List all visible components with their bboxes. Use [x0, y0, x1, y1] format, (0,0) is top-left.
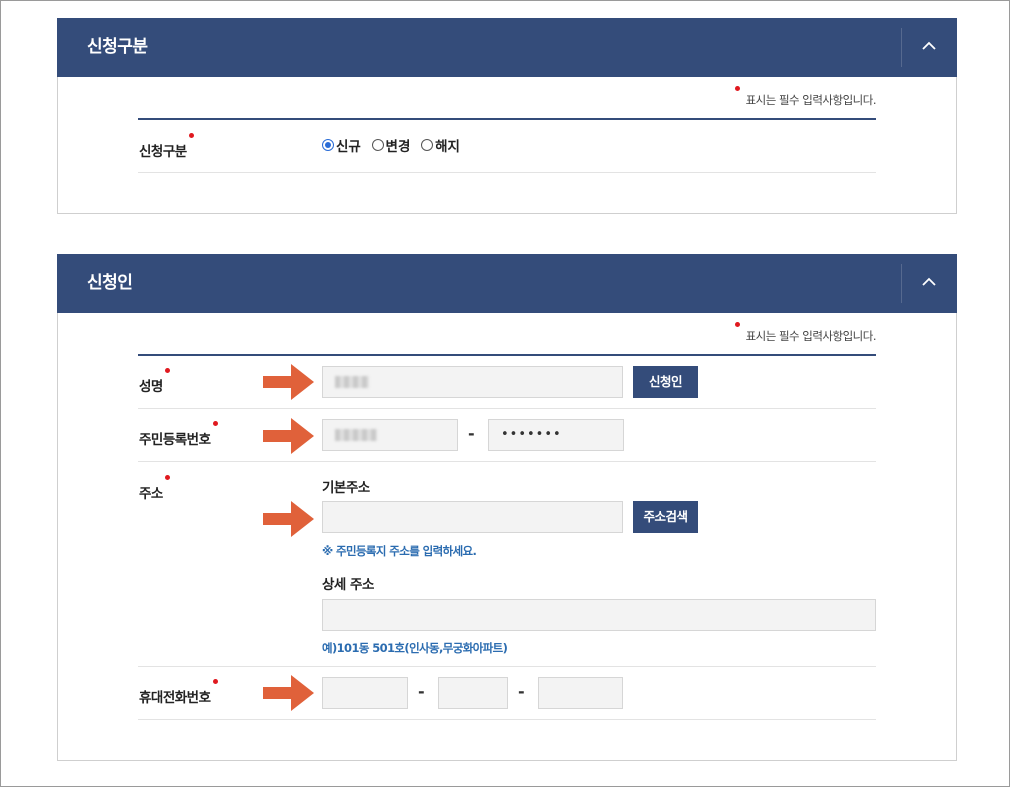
masked-name: [335, 375, 369, 388]
required-dot: [212, 679, 218, 684]
rrn-dash: -: [468, 424, 475, 443]
section-header: 신청구분: [57, 18, 957, 77]
radio-label: 해지: [435, 139, 460, 155]
required-note: 표시는 필수 입력사항입니다.: [734, 322, 877, 344]
field-label-phone: 휴대전화번호: [139, 679, 218, 706]
radio-cancel[interactable]: 해지: [421, 135, 460, 155]
detail-address-label: 상세 주소: [322, 577, 374, 593]
basic-address-input[interactable]: [322, 501, 623, 533]
required-dot: [164, 368, 170, 373]
collapse-toggle-button[interactable]: [901, 28, 957, 67]
divider: [138, 719, 876, 720]
phone-part3-input[interactable]: [538, 677, 623, 709]
rrn-front-input[interactable]: [322, 419, 458, 451]
label-text: 주민등록번호: [139, 432, 211, 448]
divider: [138, 172, 876, 173]
section-application-type: 신청구분 표시는 필수 입력사항입니다. 신청구분 신규 변경 해지: [57, 18, 957, 214]
section-header: 신청인: [57, 254, 957, 313]
phone-dash: -: [518, 682, 525, 701]
applicant-button[interactable]: 신청인: [633, 366, 698, 398]
label-text: 주소: [139, 486, 163, 502]
divider: [138, 408, 876, 409]
required-note-text: 표시는 필수 입력사항입니다.: [745, 93, 877, 107]
field-label-rrn: 주민등록번호: [139, 421, 218, 448]
arrow-right-icon: [263, 501, 314, 537]
arrow-right-icon: [263, 364, 314, 400]
phone-part1-input[interactable]: [322, 677, 408, 709]
required-dot: [188, 133, 194, 138]
field-label-name: 성명: [139, 368, 170, 395]
detail-address-input[interactable]: [322, 599, 876, 631]
collapse-toggle-button[interactable]: [901, 264, 957, 303]
required-dot: [164, 475, 170, 480]
basic-address-hint: ※ 주민등록지 주소를 입력하세요.: [322, 544, 477, 558]
name-input[interactable]: [322, 366, 623, 398]
radio-button-change[interactable]: [371, 139, 384, 151]
chevron-up-icon: [922, 41, 936, 50]
required-dot: [212, 421, 218, 426]
required-dot: [734, 322, 740, 327]
rrn-back-input[interactable]: •••••••: [488, 419, 624, 451]
section-title: 신청인: [87, 273, 133, 293]
label-text: 휴대전화번호: [139, 690, 211, 706]
arrow-right-icon: [263, 418, 314, 454]
phone-part2-input[interactable]: [438, 677, 508, 709]
field-label-address: 주소: [139, 475, 170, 502]
divider: [138, 461, 876, 462]
arrow-right-icon: [263, 675, 314, 711]
address-search-button[interactable]: 주소검색: [633, 501, 698, 533]
required-note: 표시는 필수 입력사항입니다.: [734, 86, 877, 108]
radio-label: 신규: [336, 139, 361, 155]
radio-new[interactable]: 신규: [322, 135, 361, 155]
application-type-radio-group: 신규 변경 해지: [322, 135, 466, 155]
label-text: 신청구분: [139, 144, 187, 160]
label-text: 성명: [139, 379, 163, 395]
radio-change[interactable]: 변경: [371, 135, 411, 155]
divider: [138, 666, 876, 667]
field-label-application-type: 신청구분: [139, 133, 194, 160]
radio-button-new[interactable]: [322, 139, 334, 151]
basic-address-label: 기본주소: [322, 480, 370, 496]
section-applicant: 신청인 표시는 필수 입력사항입니다. 성명 신청인 주민등록번호 - ••••…: [57, 254, 957, 761]
required-note-text: 표시는 필수 입력사항입니다.: [745, 329, 877, 343]
phone-dash: -: [418, 682, 425, 701]
section-title: 신청구분: [87, 37, 148, 57]
divider: [138, 354, 876, 356]
required-dot: [734, 86, 740, 91]
detail-address-hint: 예)101동 501호(인사동,무궁화아파트): [322, 641, 508, 655]
divider: [138, 118, 876, 120]
chevron-up-icon: [922, 277, 936, 286]
radio-label: 변경: [385, 139, 411, 155]
radio-button-cancel[interactable]: [421, 139, 434, 151]
masked-rrn-front: [335, 428, 377, 441]
